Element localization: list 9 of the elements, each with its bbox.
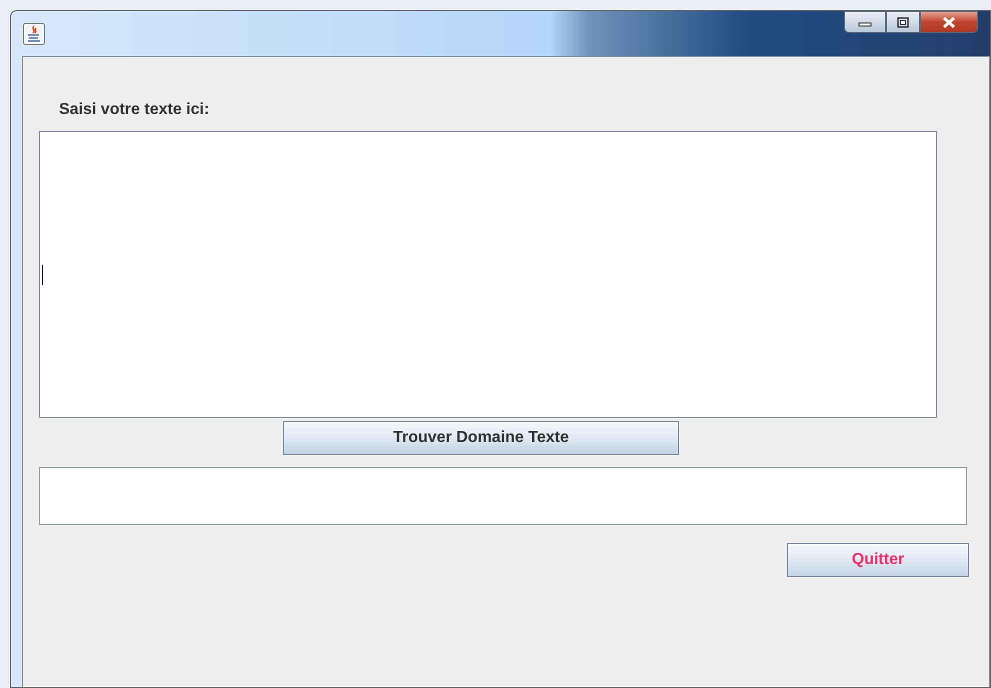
app-icon: [23, 23, 45, 45]
minimize-button[interactable]: [844, 11, 886, 33]
prompt-label: Saisi votre texte ici:: [59, 101, 210, 119]
result-field[interactable]: [39, 467, 967, 525]
maximize-icon: [897, 16, 909, 28]
find-domain-button[interactable]: Trouver Domaine Texte: [283, 421, 679, 455]
close-button[interactable]: [920, 11, 978, 33]
maximize-button[interactable]: [886, 11, 920, 33]
close-icon: [941, 16, 957, 28]
